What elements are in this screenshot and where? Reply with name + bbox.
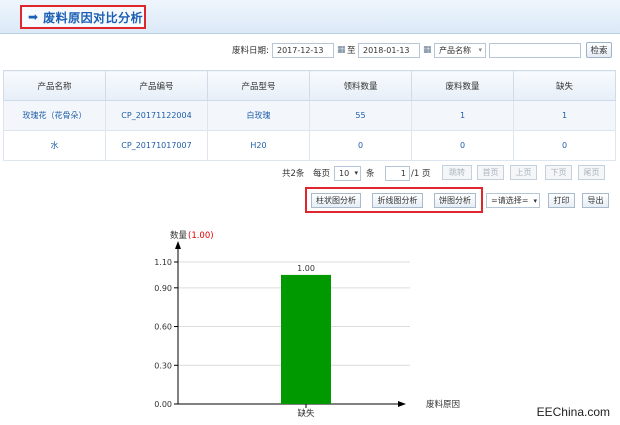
x-axis-label: 废料原因 [426, 399, 460, 410]
y-axis-arrow [175, 241, 181, 249]
x-axis-arrow [398, 401, 406, 407]
y-tick-label: 0.60 [154, 323, 172, 332]
y-tick-label: 1.10 [154, 258, 172, 267]
y-tick-label: 0.30 [154, 361, 172, 370]
watermark: EEChina.com [536, 405, 610, 419]
y-tick-label: 0.00 [154, 400, 172, 409]
bar-chart: 数量 (1.00) 废料原因 0.00 0.30 0.60 0.90 1.10 1.00… [154, 230, 460, 419]
y-tick-label: 0.90 [154, 284, 172, 293]
bar[interactable] [281, 274, 331, 404]
y-axis-label-value: (1.00) [188, 231, 214, 241]
x-tick-label: 缺失 [297, 408, 315, 419]
bar-value-label: 1.00 [297, 264, 315, 273]
y-axis-label: 数量 [170, 230, 188, 241]
